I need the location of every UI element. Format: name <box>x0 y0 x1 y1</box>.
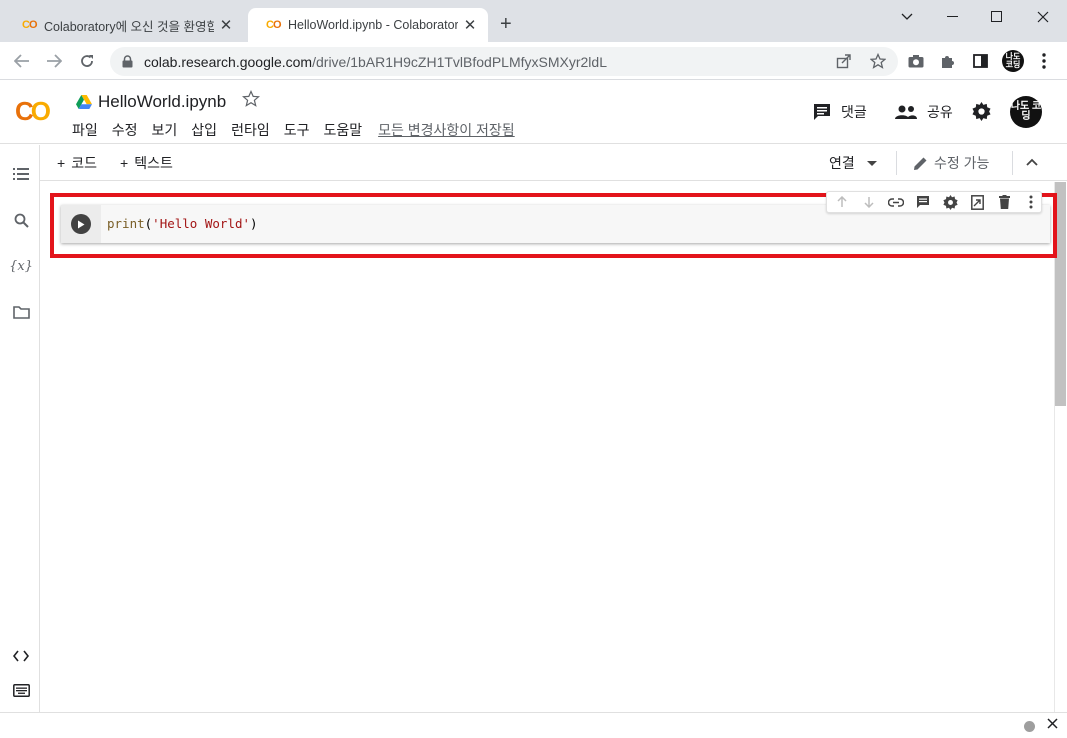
url-host: colab.research.google.com <box>144 53 313 70</box>
tab-title: HelloWorld.ipynb - Colaboratory <box>288 18 458 32</box>
variables-icon[interactable]: {x} <box>9 256 33 276</box>
menu-help[interactable]: 도움말 <box>323 120 362 140</box>
browser-profile-avatar[interactable]: 나도 코딩 <box>1002 50 1024 72</box>
share-button[interactable]: 공유 <box>895 102 953 122</box>
search-icon[interactable] <box>11 210 31 230</box>
status-close-icon[interactable] <box>1047 716 1058 733</box>
menu-file[interactable]: 파일 <box>72 120 98 140</box>
table-of-contents-icon[interactable] <box>11 164 31 184</box>
more-options-icon[interactable] <box>1022 193 1040 211</box>
toolbar-divider <box>1012 151 1013 175</box>
toolbar-divider <box>896 151 897 175</box>
side-panel-icon[interactable] <box>970 51 990 71</box>
url-omnibox[interactable]: colab.research.google.com/drive/1bAR1H9c… <box>110 47 898 76</box>
plus-icon: + <box>120 155 129 171</box>
menu-tools[interactable]: 도구 <box>284 120 310 140</box>
maximize-button[interactable] <box>974 4 1020 30</box>
browser-tab-bar: CO Colaboratory에 오신 것을 환영합니다 ✕ CO HelloW… <box>0 0 1067 42</box>
comment-icon[interactable] <box>914 193 932 211</box>
share-label: 공유 <box>927 104 953 120</box>
menu-runtime[interactable]: 런타임 <box>231 120 270 140</box>
tab-title: Colaboratory에 오신 것을 환영합니다 <box>44 19 214 34</box>
cell-toolbar <box>826 191 1042 213</box>
delete-trash-icon[interactable] <box>995 193 1013 211</box>
google-drive-icon <box>76 94 92 109</box>
plus-icon: + <box>57 155 66 171</box>
move-cell-down-icon[interactable] <box>860 193 878 211</box>
share-page-icon[interactable] <box>836 53 852 72</box>
colab-header: CO HelloWorld.ipynb 파일 수정 보기 삽입 런타임 도구 도… <box>0 80 1067 144</box>
settings-gear-icon[interactable] <box>972 102 991 121</box>
connect-button[interactable]: 연결 <box>829 153 877 173</box>
tab-close-icon[interactable]: ✕ <box>218 16 234 34</box>
minimize-button[interactable] <box>930 4 976 30</box>
menu-insert[interactable]: 삽입 <box>191 120 217 140</box>
comment-label: 댓글 <box>841 104 867 120</box>
bottom-status-bar <box>0 712 1067 738</box>
chrome-menu-icon[interactable] <box>1034 51 1054 71</box>
notebook-area <box>41 182 1067 712</box>
pencil-icon <box>914 157 927 170</box>
tab-close-icon[interactable]: ✕ <box>462 16 478 34</box>
colab-favicon-icon: CO <box>22 19 37 31</box>
colab-favicon-icon: CO <box>266 19 281 31</box>
back-icon[interactable] <box>12 51 32 71</box>
address-bar: colab.research.google.com/drive/1bAR1H9c… <box>0 42 1067 80</box>
save-status-link[interactable]: 모든 변경사항이 저장됨 <box>378 120 515 140</box>
camera-icon[interactable] <box>906 51 926 71</box>
lock-icon <box>122 55 136 68</box>
add-text-button[interactable]: + 텍스트 <box>120 153 173 173</box>
runtime-status-icon <box>1024 721 1035 732</box>
tab-search-icon[interactable] <box>884 4 930 30</box>
extensions-puzzle-icon[interactable] <box>938 51 958 71</box>
menu-edit[interactable]: 수정 <box>112 120 138 140</box>
people-icon <box>895 105 917 119</box>
link-icon[interactable] <box>887 193 905 211</box>
folder-icon[interactable] <box>11 302 31 322</box>
menu-view[interactable]: 보기 <box>152 120 178 140</box>
colab-logo[interactable]: CO <box>15 96 51 127</box>
window-close-button[interactable] <box>1020 4 1066 30</box>
reload-icon[interactable] <box>77 51 97 71</box>
caret-down-icon <box>866 160 877 166</box>
edit-mode-label: 수정 가능 <box>934 155 990 171</box>
user-avatar[interactable]: 나도 코딩 <box>1010 96 1042 128</box>
command-palette-icon[interactable] <box>11 680 31 700</box>
connect-label: 연결 <box>829 155 855 171</box>
forward-icon[interactable] <box>44 51 64 71</box>
new-tab-button[interactable]: + <box>500 14 512 34</box>
notebook-toolbar: + 코드 + 텍스트 연결 수정 가능 <box>40 145 1067 181</box>
menu-bar: 파일 수정 보기 삽입 런타임 도구 도움말 모든 변경사항이 저장됨 <box>72 120 515 140</box>
cell-settings-gear-icon[interactable] <box>941 193 959 211</box>
comment-button[interactable]: 댓글 <box>813 102 867 122</box>
comment-icon <box>813 103 831 121</box>
collapse-header-chevron-up-icon[interactable] <box>1026 153 1038 171</box>
add-code-label: 코드 <box>71 155 97 171</box>
url-path: /drive/1bAR1H9cZH1TvlBfodPLMfyxSMXyr2ldL <box>312 53 607 70</box>
notebook-title[interactable]: HelloWorld.ipynb <box>98 92 226 112</box>
add-code-button[interactable]: + 코드 <box>57 153 97 173</box>
left-side-rail: {x} <box>0 145 40 712</box>
bookmark-star-icon[interactable] <box>869 52 887 72</box>
browser-tab-welcome[interactable]: CO Colaboratory에 오신 것을 환영합니다 ✕ <box>4 8 244 42</box>
star-icon[interactable] <box>242 90 261 113</box>
add-text-label: 텍스트 <box>134 155 173 171</box>
mirror-cell-icon[interactable] <box>968 193 986 211</box>
browser-tab-helloworld[interactable]: CO HelloWorld.ipynb - Colaboratory ✕ <box>248 8 488 42</box>
code-snippets-icon[interactable] <box>11 646 31 666</box>
edit-mode-button[interactable]: 수정 가능 <box>913 153 989 173</box>
move-cell-up-icon[interactable] <box>833 193 851 211</box>
